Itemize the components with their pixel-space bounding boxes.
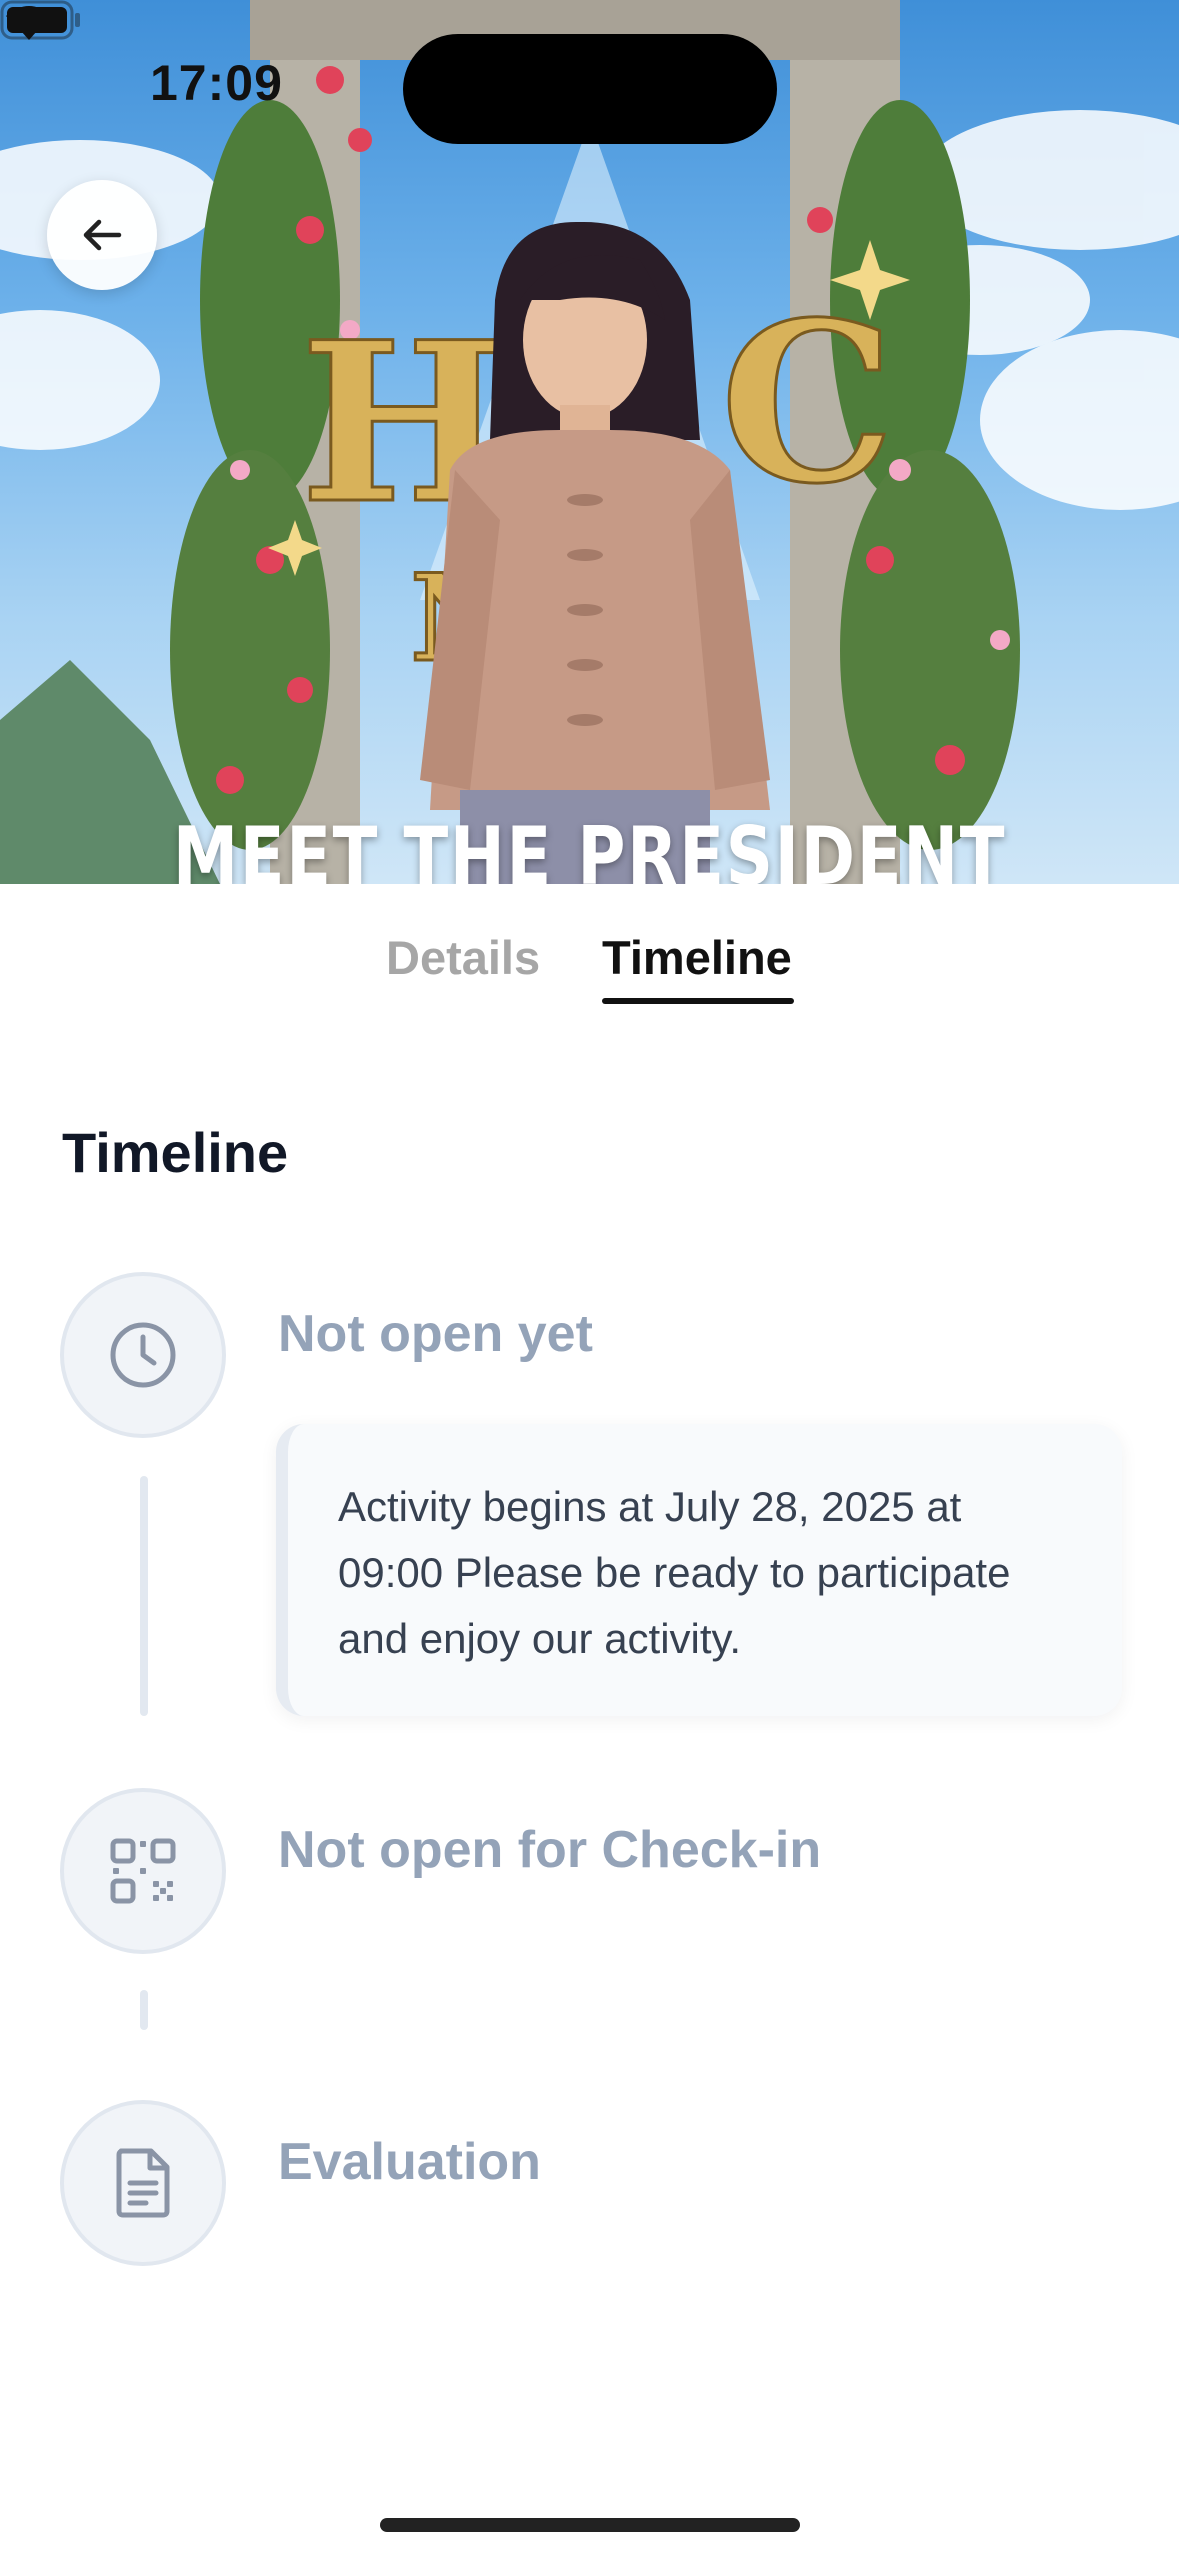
timeline-connector bbox=[140, 1476, 148, 1716]
back-button[interactable] bbox=[47, 180, 157, 290]
event-hero-image: H C N bbox=[0, 0, 1179, 884]
active-tab-indicator bbox=[602, 998, 794, 1004]
clock-icon bbox=[110, 1322, 176, 1388]
tab-details[interactable]: Details bbox=[386, 930, 540, 985]
step-evaluation-circle bbox=[60, 2100, 226, 2266]
step-not-open-yet-circle bbox=[60, 1272, 226, 1438]
tab-timeline[interactable]: Timeline bbox=[602, 930, 792, 985]
timeline-connector bbox=[140, 1990, 148, 2030]
section-title: Timeline bbox=[62, 1121, 289, 1184]
activity-info-text: Activity begins at July 28, 2025 at 09:0… bbox=[338, 1483, 1011, 1662]
activity-info-card: Activity begins at July 28, 2025 at 09:0… bbox=[276, 1424, 1122, 1716]
step-check-in-circle bbox=[60, 1788, 226, 1954]
home-indicator[interactable] bbox=[380, 2518, 800, 2532]
arrow-left-icon bbox=[83, 219, 122, 251]
dynamic-island bbox=[403, 34, 777, 144]
tab-bar: Details Timeline bbox=[0, 930, 1179, 1010]
status-bar-time: 17:09 bbox=[150, 55, 283, 111]
document-icon bbox=[116, 2148, 170, 2218]
step-title-check-in: Not open for Check-in bbox=[278, 1821, 822, 1879]
battery-icon bbox=[0, 0, 80, 40]
qr-code-icon bbox=[110, 1838, 176, 1904]
step-title-not-open-yet: Not open yet bbox=[278, 1305, 593, 1363]
hero-banner-text: MEET THE PRESIDENT bbox=[172, 810, 1007, 884]
step-title-evaluation: Evaluation bbox=[278, 2133, 541, 2191]
